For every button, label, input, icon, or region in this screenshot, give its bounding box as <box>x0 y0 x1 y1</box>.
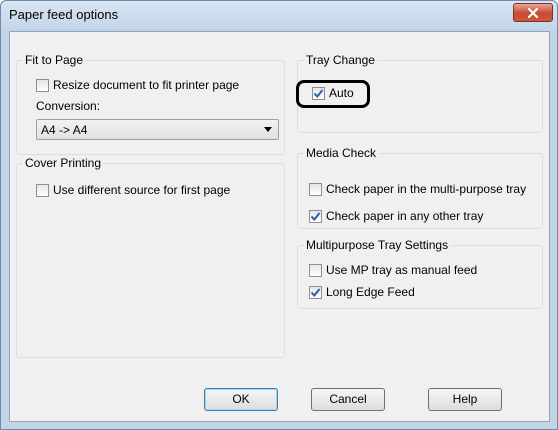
chevron-down-icon <box>264 127 272 132</box>
cancel-button[interactable]: Cancel <box>311 388 385 411</box>
check-other-tray-checkbox[interactable]: Check paper in any other tray <box>309 208 483 224</box>
ok-button[interactable]: OK <box>204 388 278 411</box>
cover-printing-title: Cover Printing <box>23 156 104 170</box>
mp-manual-feed-checkbox[interactable]: Use MP tray as manual feed <box>309 262 477 278</box>
fit-to-page-title: Fit to Page <box>23 53 86 67</box>
check-mp-tray-label: Check paper in the multi-purpose tray <box>326 182 527 196</box>
tray-change-title: Tray Change <box>304 53 377 67</box>
checkbox-box[interactable] <box>309 285 322 299</box>
different-source-checkbox[interactable]: Use different source for first page <box>36 182 230 198</box>
checkmark-icon <box>310 287 321 297</box>
dialog-client-area: Fit to Page Resize document to fit print… <box>9 31 550 422</box>
title-bar[interactable]: Paper feed options <box>1 1 557 29</box>
cover-printing-group: Cover Printing Use different source for … <box>16 156 285 358</box>
mp-tray-settings-group: Multipurpose Tray Settings Use MP tray a… <box>297 238 543 309</box>
close-button[interactable] <box>513 3 553 22</box>
checkbox-box[interactable] <box>309 263 322 277</box>
conversion-label: Conversion: <box>36 99 101 113</box>
fit-to-page-group: Fit to Page Resize document to fit print… <box>16 53 285 155</box>
checkbox-box[interactable] <box>309 209 322 223</box>
check-other-tray-label: Check paper in any other tray <box>326 209 484 223</box>
check-mp-tray-checkbox[interactable]: Check paper in the multi-purpose tray <box>309 181 526 197</box>
window-title: Paper feed options <box>9 7 119 22</box>
checkbox-box[interactable] <box>309 182 322 196</box>
media-check-group: Media Check Check paper in the multi-pur… <box>297 146 543 229</box>
auto-highlight-annotation <box>296 80 370 108</box>
conversion-value: A4 -> A4 <box>41 123 88 137</box>
mp-manual-feed-label: Use MP tray as manual feed <box>326 263 478 277</box>
conversion-dropdown[interactable]: A4 -> A4 <box>36 119 279 140</box>
mp-tray-settings-title: Multipurpose Tray Settings <box>304 238 451 252</box>
checkmark-icon <box>310 211 321 221</box>
checkbox-box[interactable] <box>36 183 49 197</box>
close-icon <box>528 7 538 18</box>
media-check-title: Media Check <box>304 146 379 160</box>
long-edge-feed-checkbox[interactable]: Long Edge Feed <box>309 284 415 300</box>
dialog-window: Paper feed options Fit to Page Resize do… <box>0 0 558 430</box>
resize-document-label: Resize document to fit printer page <box>53 78 240 92</box>
different-source-label: Use different source for first page <box>53 183 231 197</box>
help-button[interactable]: Help <box>428 388 502 411</box>
long-edge-feed-label: Long Edge Feed <box>326 285 415 299</box>
checkbox-box[interactable] <box>36 78 49 92</box>
resize-document-checkbox[interactable]: Resize document to fit printer page <box>36 77 239 93</box>
